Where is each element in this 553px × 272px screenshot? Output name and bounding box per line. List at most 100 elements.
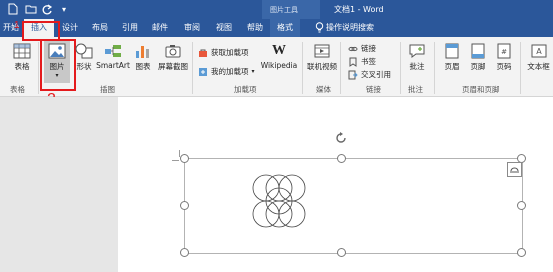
- bookmark-icon: [349, 57, 357, 67]
- header-label: 页眉: [444, 62, 460, 71]
- ribbon-separator: [192, 42, 193, 94]
- my-addins-icon: [199, 67, 207, 76]
- ribbon-separator: [38, 42, 39, 94]
- lightbulb-icon[interactable]: [312, 19, 326, 37]
- svg-text:#: #: [501, 48, 507, 56]
- screenshot-button[interactable]: 屏幕截图: [156, 43, 190, 72]
- resize-handle-nw[interactable]: [180, 154, 189, 163]
- ribbon-separator: [340, 42, 341, 94]
- comment-button[interactable]: 批注: [404, 43, 430, 72]
- group-illustrations-label: 插图: [100, 85, 115, 94]
- page-number-icon: #: [497, 43, 511, 59]
- ribbon-separator: [520, 42, 521, 94]
- page-number-label: 页码: [496, 62, 512, 71]
- link-button[interactable]: 链接: [348, 43, 376, 54]
- layout-options-button[interactable]: [507, 162, 522, 177]
- margin-mark: [172, 160, 179, 161]
- group-links-label: 链接: [366, 85, 381, 94]
- ribbon-separator: [302, 42, 303, 94]
- smartart-label: SmartArt: [96, 61, 130, 70]
- wikipedia-button[interactable]: W Wikipedia: [260, 43, 298, 70]
- shapes-button[interactable]: 形状: [72, 43, 96, 72]
- textbox-icon: A: [531, 44, 546, 58]
- rotate-handle-icon[interactable]: [334, 131, 348, 145]
- open-icon[interactable]: [24, 2, 38, 16]
- cross-reference-button[interactable]: 交叉引用: [348, 69, 391, 80]
- table-button[interactable]: 表格: [8, 43, 36, 72]
- redo-icon[interactable]: [40, 2, 54, 16]
- my-addins-button[interactable]: 我的加载项 ▾: [198, 66, 255, 77]
- highlight-box-insert-tab: [22, 21, 60, 41]
- picture-selection-frame[interactable]: [184, 158, 523, 254]
- svg-text:A: A: [536, 47, 542, 56]
- footer-button[interactable]: 页脚: [466, 43, 490, 72]
- bookmark-button[interactable]: 书签: [348, 56, 376, 67]
- group-media-label: 媒体: [316, 85, 331, 94]
- ribbon-separator: [434, 42, 435, 94]
- shapes-label: 形状: [76, 62, 92, 71]
- group-comments-label: 批注: [408, 85, 423, 94]
- textbox-label: 文本框: [527, 62, 550, 71]
- resize-handle-w[interactable]: [180, 201, 189, 210]
- resize-handle-se[interactable]: [517, 248, 526, 257]
- store-icon: [199, 49, 207, 57]
- header-icon: [445, 43, 459, 59]
- link-icon: [348, 46, 358, 51]
- new-document-icon[interactable]: [6, 2, 20, 16]
- tell-me-search[interactable]: 操作说明搜索: [326, 19, 392, 37]
- resize-handle-n[interactable]: [337, 154, 346, 163]
- circles-picture: [252, 174, 306, 228]
- online-video-label: 联机视频: [307, 62, 337, 71]
- wikipedia-label: Wikipedia: [260, 61, 298, 70]
- textbox-button[interactable]: A 文本框: [524, 43, 553, 72]
- document-title: 文档1 - Word: [334, 5, 384, 14]
- group-header-footer-label: 页眉和页脚: [462, 85, 500, 94]
- comment-icon: [409, 44, 425, 58]
- step-1-marker: 1: [14, 20, 20, 31]
- online-video-button[interactable]: 联机视频: [306, 43, 338, 72]
- bookmark-label: 书签: [361, 57, 376, 66]
- screenshot-label: 屏幕截图: [158, 62, 188, 71]
- table-label: 表格: [14, 62, 30, 71]
- ribbon-separator: [400, 42, 401, 94]
- get-addins-button[interactable]: 获取加载项: [198, 47, 249, 58]
- resize-handle-sw[interactable]: [180, 248, 189, 257]
- table-icon: [13, 43, 31, 59]
- smartart-button[interactable]: SmartArt: [96, 43, 130, 70]
- cross-reference-label: 交叉引用: [361, 70, 391, 79]
- picture-tools-label: 图片工具: [270, 6, 298, 14]
- footer-label: 页脚: [470, 62, 486, 71]
- chart-label: 图表: [135, 62, 151, 71]
- cross-reference-icon: [348, 70, 358, 79]
- tab-references[interactable]: 引用: [116, 19, 144, 37]
- get-addins-label: 获取加载项: [211, 48, 249, 57]
- screenshot-icon: [165, 45, 181, 58]
- resize-handle-e[interactable]: [517, 201, 526, 210]
- shapes-icon: [75, 43, 93, 59]
- highlight-box-picture: [40, 39, 76, 91]
- video-icon: [314, 44, 330, 58]
- tab-layout[interactable]: 布局: [87, 19, 113, 37]
- footer-icon: [471, 43, 485, 59]
- comment-label: 批注: [409, 62, 425, 71]
- page-number-button[interactable]: # 页码: [492, 43, 516, 72]
- chart-icon: [136, 46, 149, 58]
- tab-mailings[interactable]: 邮件: [146, 19, 174, 37]
- tab-review[interactable]: 审阅: [178, 19, 206, 37]
- link-label: 链接: [361, 44, 376, 53]
- customize-toolbar-icon[interactable]: ▾: [58, 2, 70, 16]
- resize-handle-s[interactable]: [337, 248, 346, 257]
- tab-design[interactable]: 设计: [56, 19, 84, 37]
- chart-button[interactable]: 图表: [132, 43, 154, 72]
- group-tables-label: 表格: [10, 85, 25, 94]
- my-addins-dropdown-icon[interactable]: ▾: [252, 68, 255, 75]
- header-button[interactable]: 页眉: [440, 43, 464, 72]
- tab-help[interactable]: 帮助: [242, 19, 268, 37]
- wikipedia-icon: W: [272, 43, 286, 58]
- group-addins-label: 加载项: [234, 85, 257, 94]
- tab-view[interactable]: 视图: [210, 19, 238, 37]
- tab-format[interactable]: 格式: [270, 19, 300, 37]
- layout-options-icon: [510, 167, 519, 173]
- my-addins-label: 我的加载项: [211, 67, 249, 76]
- smartart-icon: [105, 45, 121, 57]
